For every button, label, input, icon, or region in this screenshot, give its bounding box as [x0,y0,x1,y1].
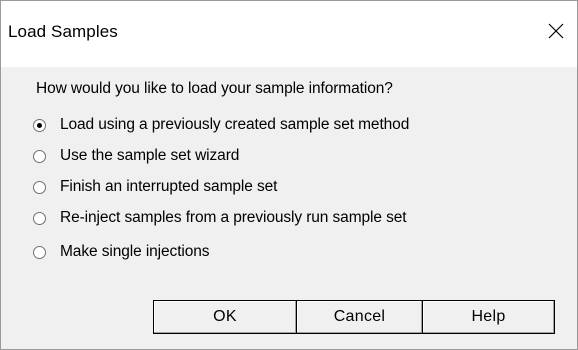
option-label: Finish an interrupted sample set [60,178,278,195]
option-wizard[interactable]: Use the sample set wizard [33,145,239,167]
ok-button[interactable]: OK [153,300,297,334]
option-reinject[interactable]: Re-inject samples from a previously run … [33,207,407,229]
option-label: Use the sample set wizard [60,147,240,164]
radio-button[interactable] [33,245,46,259]
prompt-text: How would you like to load your sample i… [36,80,393,97]
close-icon [548,23,564,39]
dialog-title: Load Samples [8,22,118,41]
radio-button[interactable] [33,149,46,163]
radio-button[interactable] [33,211,46,225]
option-previous-method[interactable]: Load using a previously created sample s… [33,114,409,136]
load-samples-dialog: Load Samples How would you like to load … [0,0,578,350]
option-label: Re-inject samples from a previously run … [60,209,407,226]
cancel-button[interactable]: Cancel [297,300,423,334]
radio-button-selected[interactable] [33,118,46,132]
option-label: Load using a previously created sample s… [60,116,410,133]
option-finish-interrupted[interactable]: Finish an interrupted sample set [33,176,277,198]
radio-button[interactable] [33,180,46,194]
option-label: Make single injections [60,243,210,260]
option-single-injections[interactable]: Make single injections [33,241,210,263]
help-button[interactable]: Help [423,300,555,334]
close-button[interactable] [539,14,573,48]
title-bar: Load Samples [1,1,577,67]
